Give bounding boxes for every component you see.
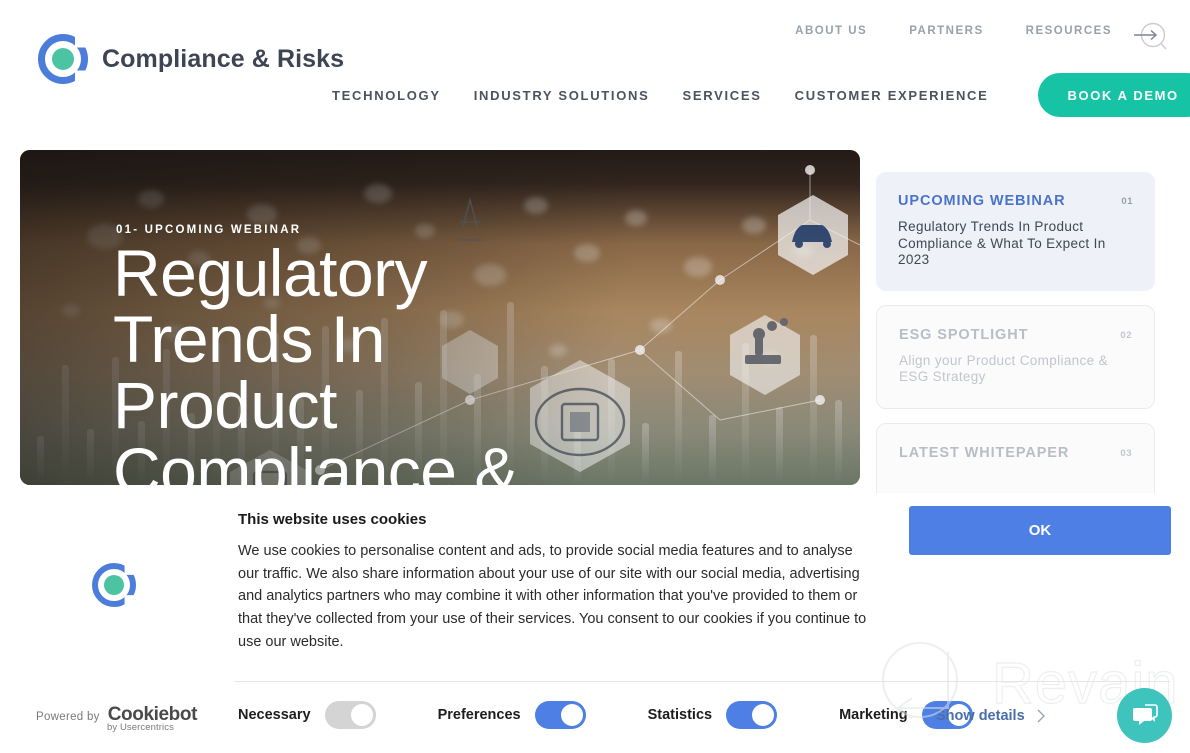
book-a-demo-button[interactable]: BOOK A DEMO <box>1037 73 1190 117</box>
hero-eyebrow: 01- UPCOMING WEBINAR <box>116 224 302 236</box>
powered-by-cookiebot[interactable]: Powered by Cookiebot by Usercentrics <box>36 705 197 733</box>
main-nav-item-customer-experience[interactable]: CUSTOMER EXPERIENCE <box>795 88 989 103</box>
show-details-label: Show details <box>936 708 1025 724</box>
side-card-kicker: LATEST WHITEPAPER <box>899 444 1070 461</box>
side-card-kicker: ESG SPOTLIGHT <box>899 326 1029 343</box>
cookie-banner-logo-icon <box>92 563 136 607</box>
cookiebot-subbrand: by Usercentrics <box>107 722 174 733</box>
compliance-risks-logo-icon <box>38 34 88 84</box>
top-nav-item-resources[interactable]: RESOURCES <box>1026 25 1112 37</box>
side-card-esg-spotlight[interactable]: ESG SPOTLIGHT 02 Align your Product Comp… <box>876 304 1155 409</box>
search-arrow-icon[interactable] <box>1130 18 1170 58</box>
cookie-banner-title: This website uses cookies <box>238 511 427 528</box>
side-card-latest-whitepaper[interactable]: LATEST WHITEPAPER 03 <box>876 422 1155 503</box>
cookie-banner-body-text: We use cookies to personalise content an… <box>238 543 867 650</box>
consent-label: Necessary <box>238 707 311 723</box>
consent-item-preferences: Preferences <box>438 701 586 729</box>
main-nav: TECHNOLOGY INDUSTRY SOLUTIONS SERVICES C… <box>332 73 1190 117</box>
featured-content-cards: UPCOMING WEBINAR 01 Regulatory Trends In… <box>876 172 1155 517</box>
top-utility-nav: ABOUT US PARTNERS RESOURCES <box>795 25 1112 37</box>
brand-name: Compliance & Risks <box>102 44 345 73</box>
brand-logo-link[interactable]: Compliance & Risks <box>38 34 344 84</box>
consent-label: Preferences <box>437 707 521 723</box>
consent-item-statistics: Statistics <box>647 701 778 729</box>
main-nav-item-services[interactable]: SERVICES <box>683 88 762 103</box>
side-card-description: Align your Product Compliance & ESG Stra… <box>899 352 1108 385</box>
side-card-number: 02 <box>1120 329 1132 341</box>
cookie-banner-divider <box>234 681 1170 682</box>
consent-toggle-preferences[interactable] <box>534 701 586 729</box>
side-card-upcoming-webinar[interactable]: UPCOMING WEBINAR 01 Regulatory Trends In… <box>876 172 1155 291</box>
consent-label: Statistics <box>647 707 713 723</box>
side-card-number: 01 <box>1121 196 1133 207</box>
chevron-right-icon <box>1037 709 1045 723</box>
consent-toggle-statistics[interactable] <box>726 701 778 729</box>
side-card-number: 03 <box>1120 447 1132 459</box>
top-nav-item-partners[interactable]: PARTNERS <box>909 25 983 37</box>
main-nav-item-industry-solutions[interactable]: INDUSTRY SOLUTIONS <box>474 88 650 103</box>
powered-by-label: Powered by <box>36 711 100 723</box>
main-nav-item-technology[interactable]: TECHNOLOGY <box>332 88 441 103</box>
consent-toggle-necessary[interactable] <box>324 701 376 729</box>
site-header: Compliance & Risks ABOUT US PARTNERS RES… <box>0 0 1190 128</box>
show-details-link[interactable]: Show details <box>936 708 1046 724</box>
chat-bubble-icon[interactable] <box>1117 688 1172 743</box>
side-card-description: Regulatory Trends In Product Compliance … <box>898 219 1106 267</box>
cookie-ok-button[interactable]: OK <box>909 506 1171 555</box>
consent-item-necessary: Necessary <box>238 701 376 729</box>
hero-title: Regulatory Trends In Product Compliance … <box>113 236 518 508</box>
cookie-consent-toggles: Necessary Preferences Statistics Marketi… <box>238 701 1035 729</box>
side-card-kicker: UPCOMING WEBINAR <box>898 193 1066 209</box>
top-nav-item-about-us[interactable]: ABOUT US <box>795 25 867 37</box>
consent-label: Marketing <box>839 707 908 723</box>
